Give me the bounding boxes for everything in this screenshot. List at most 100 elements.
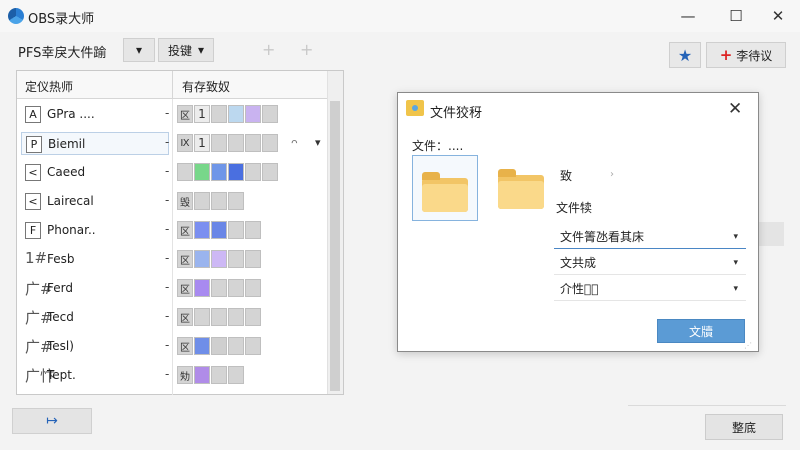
row-thumbnails[interactable]: 区 xyxy=(177,250,261,268)
thumbnail xyxy=(245,308,261,326)
row-name: Phonar.. xyxy=(47,223,96,237)
row-dash: - xyxy=(165,106,170,120)
table-row[interactable]: 广# Ferd - 区 xyxy=(19,275,325,302)
favorite-button[interactable]: ★ xyxy=(669,42,701,68)
add-icon-disabled: + xyxy=(300,40,314,59)
row-name: Tesl) xyxy=(47,339,74,353)
thumbnail-code: 区 xyxy=(177,337,193,355)
thumbnail xyxy=(194,337,210,355)
thumbnail-number: 1 xyxy=(194,105,210,123)
row-name-cell[interactable]: 广# Tesl) xyxy=(21,335,169,358)
select-value: 文件箐氹看其床 xyxy=(560,230,645,244)
row-name-cell[interactable]: < Caeed xyxy=(21,161,169,184)
thumbnail xyxy=(194,163,210,181)
row-thumbnails[interactable]: 毁 xyxy=(177,192,244,210)
dialog-title: 文件狡䄰 xyxy=(430,106,483,121)
chevron-down-icon: ▾ xyxy=(135,43,143,57)
scrollbar-thumb[interactable] xyxy=(330,101,340,391)
row-name-cell[interactable]: 1# Fesb xyxy=(21,248,169,271)
row-thumbnails[interactable]: 区 xyxy=(177,221,261,239)
row-name-cell[interactable]: < Lairecal xyxy=(21,190,169,213)
confirm-button-label: 文牘 xyxy=(688,324,713,339)
title-bar: OBS录大师 — ☐ ✕ xyxy=(0,0,800,32)
row-name-cell[interactable]: 广# Tecd xyxy=(21,306,169,329)
close-dialog-button[interactable]: ✕ xyxy=(728,99,742,119)
row-name-cell[interactable]: 广忭 Tept. xyxy=(21,364,169,387)
toolbar-dropdown-button[interactable]: ▾ xyxy=(123,38,155,62)
row-thumbnails[interactable]: Ⅸ1 xyxy=(177,134,278,152)
thumbnail xyxy=(194,308,210,326)
table-row[interactable]: 广忭 Tept. - 劮 xyxy=(19,362,325,389)
row-name-cell[interactable]: A GPra .... xyxy=(21,103,169,126)
row-key-badge: F xyxy=(25,222,41,239)
close-window-button[interactable]: ✕ xyxy=(758,4,798,28)
file-type-select[interactable]: 文件箐氹看其床 ▾ xyxy=(554,225,746,249)
table-row[interactable]: < Lairecal - 毁 xyxy=(19,188,325,215)
link-icon[interactable]: ᴖ xyxy=(291,136,298,149)
table-row[interactable]: 1# Fesb - 区 xyxy=(19,246,325,273)
folder-icon[interactable] xyxy=(498,169,544,209)
row-thumbnails[interactable]: 区 xyxy=(177,337,261,355)
thumbnail xyxy=(211,105,227,123)
thumbnail xyxy=(245,221,261,239)
thumbnail xyxy=(245,105,261,123)
thumbnail xyxy=(245,279,261,297)
thumbnail-code: 毁 xyxy=(177,192,193,210)
table-row[interactable]: 广# Tecd - 区 xyxy=(19,304,325,331)
row-thumbnails[interactable] xyxy=(177,163,278,181)
thumbnail xyxy=(194,192,210,210)
export-button[interactable]: ↦ xyxy=(12,408,92,434)
chevron-down-icon[interactable]: ▾ xyxy=(315,136,321,149)
column-header-name[interactable]: 定仪热师 xyxy=(25,78,73,95)
row-name: Caeed xyxy=(47,165,86,179)
table-row[interactable]: < Caeed - xyxy=(19,159,325,186)
section-label: 文件犊 xyxy=(556,201,593,215)
thumbnail xyxy=(211,192,227,210)
shortcut-dropdown-button[interactable]: 投键 ▾ xyxy=(158,38,214,62)
thumbnail xyxy=(228,105,244,123)
thumbnail xyxy=(211,308,227,326)
row-name-cell[interactable]: P Biemil xyxy=(21,132,169,155)
thumbnail xyxy=(228,366,244,384)
row-thumbnails[interactable]: 区 xyxy=(177,279,261,297)
thumbnail xyxy=(211,279,227,297)
chevron-right-icon: › xyxy=(610,169,614,180)
row-key-label: 1# xyxy=(25,249,48,267)
app-logo-icon xyxy=(8,8,24,24)
row-name-cell[interactable]: 广# Ferd xyxy=(21,277,169,300)
table-row[interactable]: F Phonar.. - 区 xyxy=(19,217,325,244)
row-name-cell[interactable]: F Phonar.. xyxy=(21,219,169,242)
thumbnail xyxy=(228,250,244,268)
background-divider xyxy=(628,405,786,406)
folder-item-selected[interactable] xyxy=(412,155,478,221)
row-key-badge: A xyxy=(25,106,41,123)
row-key-badge: < xyxy=(25,164,41,181)
row-thumbnails[interactable]: 区 xyxy=(177,308,261,326)
share-select[interactable]: 文共成 ▾ xyxy=(554,251,746,275)
suggest-button[interactable]: + 李待议 xyxy=(706,42,786,68)
row-name: Tept. xyxy=(47,368,76,382)
add-icon-disabled: + xyxy=(262,40,276,59)
thumbnail-code: 区 xyxy=(177,105,193,123)
row-dash: - xyxy=(165,280,170,294)
row-thumbnails[interactable]: 劮 xyxy=(177,366,244,384)
option-select[interactable]: 介性𤈉𢼸 ▾ xyxy=(554,277,746,301)
background-panel-edge xyxy=(758,222,784,246)
column-header-thumbs[interactable]: 有存致奴 xyxy=(182,78,230,95)
minimize-button[interactable]: — xyxy=(668,4,708,28)
table-row[interactable]: P Biemil - Ⅸ 1 ᴖ ▾ xyxy=(19,130,325,157)
table-row[interactable]: 广# Tesl) - 区 xyxy=(19,333,325,360)
confirm-button[interactable]: 文牘 xyxy=(657,319,745,343)
thumbnail-number: 1 xyxy=(194,134,210,152)
thumbnail xyxy=(262,134,278,152)
thumbnail xyxy=(194,250,210,268)
maximize-button[interactable]: ☐ xyxy=(716,4,756,28)
list-header: 定仪热师 有存致奴 xyxy=(17,71,343,99)
organize-button[interactable]: 整底 xyxy=(705,414,783,440)
thumbnail xyxy=(228,308,244,326)
table-row[interactable]: A GPra .... - 区 1 xyxy=(19,101,325,128)
resize-grip-icon[interactable]: ⋰ xyxy=(744,341,752,350)
thumbnail-code: 区 xyxy=(177,308,193,326)
row-thumbnails[interactable]: 区1 xyxy=(177,105,278,123)
organize-button-label: 整底 xyxy=(731,420,756,435)
